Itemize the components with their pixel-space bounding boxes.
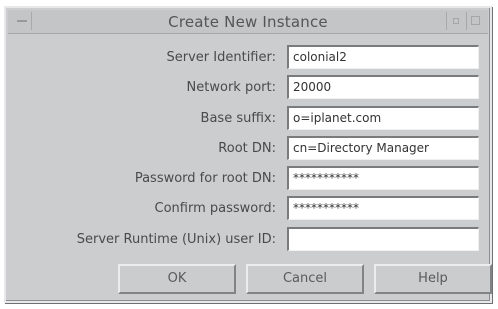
maximize-button[interactable] [466, 12, 484, 30]
base-suffix-row: Base suffix: o=iplanet.com [6, 106, 490, 131]
runtime-user-input[interactable] [287, 227, 479, 251]
network-port-input[interactable]: 20000 [287, 75, 479, 99]
minimize-icon [453, 18, 459, 24]
network-port-label: Network port: [186, 80, 276, 95]
maximize-icon [471, 16, 480, 25]
server-identifier-row: Server Identifier: colonial2 [6, 45, 490, 70]
cancel-button[interactable]: Cancel [246, 264, 364, 294]
root-dn-label: Root DN: [218, 141, 276, 156]
ok-button[interactable]: OK [118, 264, 236, 294]
root-password-row: Password for root DN: *********** [6, 166, 490, 191]
confirm-password-row: Confirm password: *********** [6, 196, 490, 221]
runtime-user-label: Server Runtime (Unix) user ID: [76, 232, 276, 247]
base-suffix-input[interactable]: o=iplanet.com [287, 106, 479, 130]
root-password-label: Password for root DN: [134, 171, 276, 186]
network-port-row: Network port: 20000 [6, 75, 490, 100]
server-identifier-label: Server Identifier: [166, 50, 276, 65]
confirm-password-label: Confirm password: [154, 201, 276, 216]
root-password-input[interactable]: *********** [287, 166, 479, 190]
dialog-title: Create New Instance [168, 13, 328, 31]
help-button[interactable]: Help [374, 264, 492, 294]
server-identifier-input[interactable]: colonial2 [287, 45, 479, 69]
runtime-user-row: Server Runtime (Unix) user ID: [6, 227, 490, 252]
root-dn-row: Root DN: cn=Directory Manager [6, 136, 490, 161]
root-dn-input[interactable]: cn=Directory Manager [287, 136, 479, 160]
title-bar[interactable]: Create New Instance [8, 10, 488, 34]
minimize-button[interactable] [446, 12, 464, 30]
confirm-password-input[interactable]: *********** [287, 196, 479, 220]
create-instance-dialog: Create New Instance Server Identifier: c… [4, 6, 492, 303]
base-suffix-label: Base suffix: [200, 111, 276, 126]
